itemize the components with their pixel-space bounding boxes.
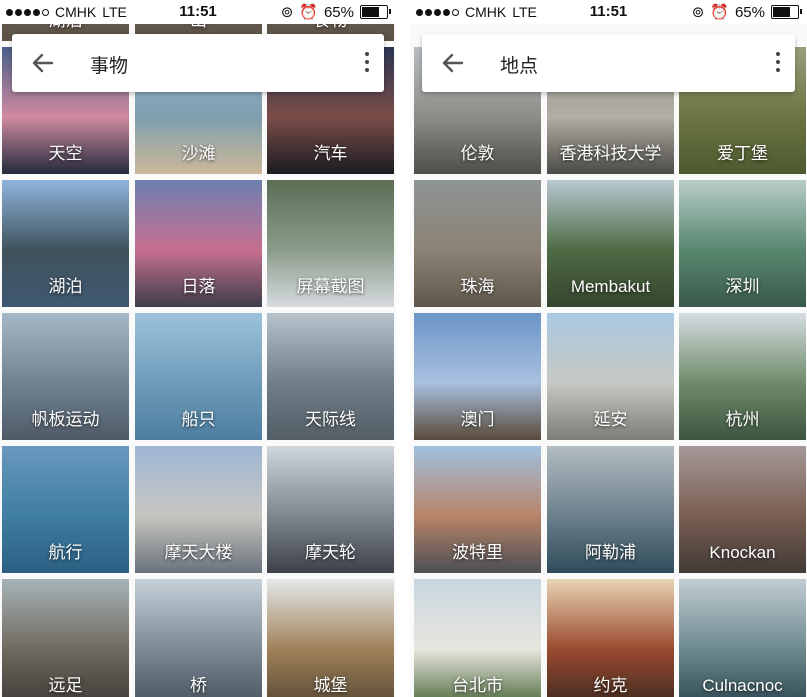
tile-label: Knockan (709, 543, 776, 562)
photo-tile[interactable]: 屏幕截图 (267, 180, 394, 307)
photo-tile[interactable]: Culnacnoc (679, 579, 806, 697)
rotation-lock-icon: ⊚ (280, 4, 294, 21)
photo-tile[interactable]: 波特里 (414, 446, 541, 573)
photo-tile[interactable]: 摩天大楼 (135, 446, 262, 573)
more-options-icon[interactable] (364, 52, 370, 74)
photo-tile[interactable]: 摩天轮 (267, 446, 394, 573)
tile-label: 香港科技大学 (559, 144, 662, 163)
photo-tile[interactable]: 约克 (547, 579, 674, 697)
tile-label: 深圳 (725, 277, 760, 296)
back-arrow-icon[interactable] (440, 50, 466, 76)
photo-tile[interactable]: 桥 (135, 579, 262, 697)
photo-tile[interactable]: Membakut (547, 180, 674, 307)
right-screen: 伦敦 香港科技大学 爱丁堡珠海 Membakut 深圳澳门 延安 杭州波特里 阿勒浦 Knock… (410, 0, 807, 697)
page-title: 事物 (90, 56, 129, 77)
photo-tile[interactable]: 远足 (2, 579, 129, 697)
left-screen: 湖泊山食物天空沙滩汽车湖泊日落屏幕截图帆板运动船只天际线航行摩天大楼摩天轮远足桥… (0, 0, 396, 697)
tile-label: 远足 (48, 676, 83, 695)
tile-label: 澳门 (460, 410, 495, 429)
screen-divider (396, 0, 410, 697)
status-bar: CMHK LTE 11:51 ⊚ ⏰ 65% (0, 0, 396, 24)
tile-label: 爱丁堡 (717, 144, 768, 163)
photo-tile[interactable]: 航行 (2, 446, 129, 573)
rotation-lock-icon: ⊚ (691, 4, 705, 21)
tile-label: 沙滩 (181, 144, 216, 163)
photo-tile[interactable]: 延安 (547, 313, 674, 440)
tile-label: 湖泊 (48, 277, 83, 296)
more-options-icon[interactable] (775, 52, 781, 74)
photo-tile[interactable]: 阿勒浦 (547, 446, 674, 573)
tile-label: 桥 (190, 676, 207, 695)
tile-label: 延安 (593, 410, 628, 429)
tile-label: 帆板运动 (31, 410, 100, 429)
battery-percent: 65% (734, 3, 765, 21)
tile-label: 天空 (48, 144, 83, 163)
battery-percent: 65% (323, 3, 354, 21)
tile-label: 城堡 (313, 676, 348, 695)
photo-tile[interactable]: 日落 (135, 180, 262, 307)
photo-tile[interactable]: 深圳 (679, 180, 806, 307)
photo-tile[interactable]: 湖泊 (2, 180, 129, 307)
photo-tile[interactable]: 城堡 (267, 579, 394, 697)
app-bar: 事物 (12, 34, 384, 92)
back-arrow-icon[interactable] (30, 50, 56, 76)
page-title: 地点 (500, 56, 539, 77)
photo-tile[interactable]: Knockan (679, 446, 806, 573)
tile-label: 摩天轮 (305, 543, 356, 562)
tile-label: 日落 (181, 277, 216, 296)
tile-label: 航行 (48, 543, 83, 562)
tile-label: Culnacnoc (702, 676, 783, 695)
photo-tile[interactable]: 天际线 (267, 313, 394, 440)
photo-tile[interactable]: 珠海 (414, 180, 541, 307)
tile-label: 摩天大楼 (164, 543, 233, 562)
battery-icon (771, 5, 802, 19)
photo-tile[interactable]: 杭州 (679, 313, 806, 440)
battery-icon (360, 5, 391, 19)
photo-tile[interactable]: 澳门 (414, 313, 541, 440)
tile-label: 阿勒浦 (585, 543, 636, 562)
tile-label: 杭州 (725, 410, 760, 429)
alarm-icon: ⏰ (710, 4, 729, 21)
app-bar: 地点 (422, 34, 795, 92)
status-bar: CMHK LTE 11:51 ⊚ ⏰ 65% (410, 0, 807, 24)
tile-label: 屏幕截图 (296, 277, 365, 296)
status-indicators: ⊚ ⏰ 65% (280, 3, 391, 21)
photo-tile[interactable]: 帆板运动 (2, 313, 129, 440)
tile-label: 台北市 (452, 676, 503, 695)
photo-tile[interactable]: 台北市 (414, 579, 541, 697)
alarm-icon: ⏰ (299, 4, 318, 21)
tile-label: 珠海 (460, 277, 495, 296)
photo-tile[interactable]: 船只 (135, 313, 262, 440)
tile-label: 波特里 (452, 543, 503, 562)
tile-label: Membakut (570, 277, 651, 296)
tile-label: 天际线 (305, 410, 356, 429)
tile-label: 船只 (181, 410, 216, 429)
tile-label: 约克 (593, 676, 628, 695)
status-indicators: ⊚ ⏰ 65% (691, 3, 802, 21)
tile-label: 伦敦 (460, 144, 495, 163)
tile-label: 汽车 (313, 144, 348, 163)
